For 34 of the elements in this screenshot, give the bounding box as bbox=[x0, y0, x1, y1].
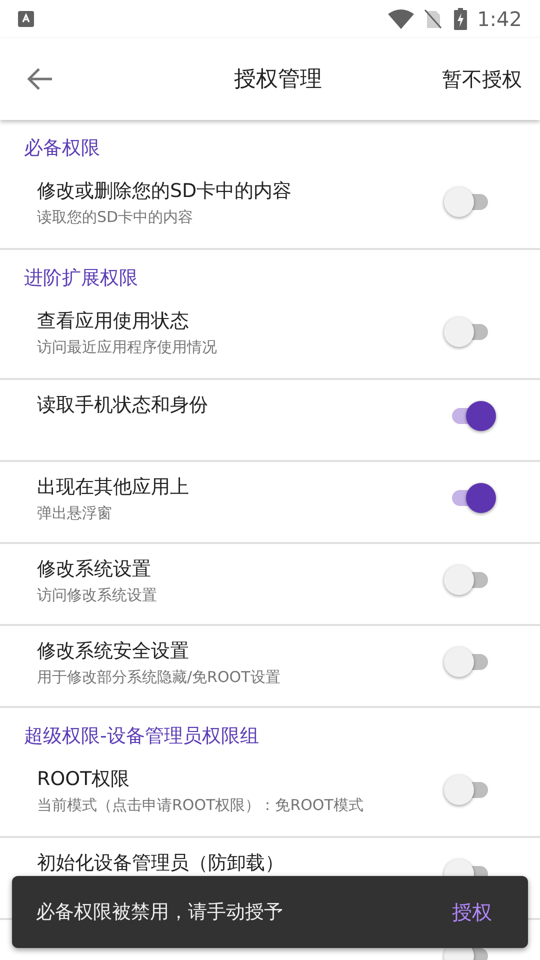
skip-button[interactable]: 暂不授权 bbox=[442, 64, 522, 94]
snackbar-message: 必备权限被禁用，请手动授予 bbox=[36, 900, 284, 925]
permission-row[interactable]: 修改系统设置 访问修改系统设置 bbox=[0, 542, 540, 624]
permission-row[interactable]: 修改系统安全设置 用于修改部分系统隐藏/免ROOT设置 bbox=[0, 624, 540, 706]
permission-row[interactable]: 读取手机状态和身份 bbox=[0, 378, 540, 460]
grant-button[interactable]: 授权 bbox=[452, 897, 492, 927]
permission-title: 修改系统安全设置 bbox=[37, 639, 190, 664]
permission-title: 读取手机状态和身份 bbox=[37, 393, 209, 418]
status-time: 1:42 bbox=[477, 6, 522, 33]
section-header: 进阶扩展权限 bbox=[24, 266, 138, 290]
permission-description: 当前模式（点击申请ROOT权限）：免ROOT模式 bbox=[37, 795, 364, 816]
permission-description: 访问最近应用程序使用情况 bbox=[37, 337, 218, 358]
no-sim-icon bbox=[424, 9, 442, 29]
permission-title: 查看应用使用状态 bbox=[37, 309, 190, 334]
keyboard-app-icon bbox=[18, 11, 34, 27]
permission-description: 读取您的SD卡中的内容 bbox=[37, 207, 194, 228]
section-header: 超级权限-设备管理员权限组 bbox=[24, 724, 259, 748]
permission-title: 修改系统设置 bbox=[37, 557, 152, 582]
permission-row[interactable]: 查看应用使用状态 访问最近应用程序使用情况 bbox=[0, 296, 540, 378]
permission-row[interactable]: 修改或删除您的SD卡中的内容 读取您的SD卡中的内容 bbox=[0, 166, 540, 248]
permission-title: 初始化设备管理员（防卸载） bbox=[37, 851, 285, 876]
screen-title: 授权管理 bbox=[234, 66, 322, 94]
battery-charging-icon bbox=[454, 8, 468, 30]
permission-description: 访问修改系统设置 bbox=[37, 585, 158, 606]
permission-title: ROOT权限 bbox=[37, 767, 131, 792]
back-arrow-icon[interactable] bbox=[26, 67, 54, 91]
wifi-icon bbox=[388, 9, 414, 29]
permission-row[interactable]: ROOT权限 当前模式（点击申请ROOT权限）：免ROOT模式 bbox=[0, 754, 540, 836]
section-header: 必备权限 bbox=[24, 136, 100, 160]
permission-description: 用于修改部分系统隐藏/免ROOT设置 bbox=[37, 667, 282, 688]
permission-title: 出现在其他应用上 bbox=[37, 475, 190, 500]
permission-row[interactable]: 出现在其他应用上 弹出悬浮窗 bbox=[0, 460, 540, 542]
permission-title: 修改或删除您的SD卡中的内容 bbox=[37, 179, 293, 204]
permission-description: 弹出悬浮窗 bbox=[37, 503, 113, 524]
